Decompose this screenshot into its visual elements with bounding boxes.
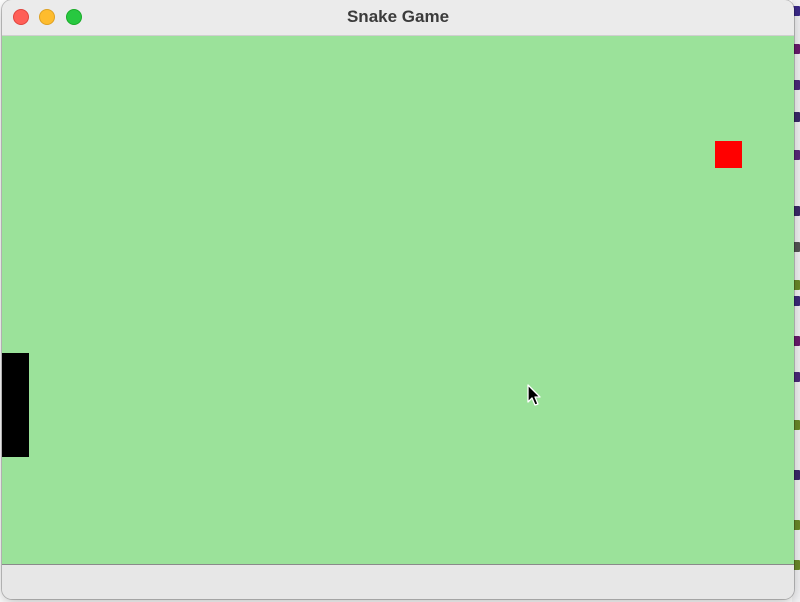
background-text-fragment [793, 6, 800, 16]
background-text-fragment [793, 296, 800, 306]
snake-segment [2, 405, 29, 431]
background-text-fragment [793, 112, 800, 122]
window-title: Snake Game [346, 7, 450, 26]
mouse-pointer-icon [527, 384, 541, 406]
background-text-fragment [793, 150, 800, 160]
background-text-fragment [793, 560, 800, 570]
background-text-fragment [793, 372, 800, 382]
background-text-fragment [793, 80, 800, 90]
snake-segment [2, 431, 29, 457]
bottom-bar [2, 565, 794, 599]
background-text-fragment [793, 520, 800, 530]
snake-segment [2, 379, 29, 405]
snake-game-window: Snake Game [2, 0, 794, 599]
background-text-fragment [793, 420, 800, 430]
title-bar[interactable]: Snake Game [2, 0, 794, 36]
background-text-fragment [793, 280, 800, 290]
background-text-fragment [793, 206, 800, 216]
background-text-fragment [793, 44, 800, 54]
desktop: Snake Game [0, 0, 800, 602]
game-board[interactable] [2, 36, 794, 565]
food-block [715, 141, 742, 168]
snake-segment [2, 353, 29, 379]
background-text-fragment [793, 242, 800, 252]
background-text-fragment [793, 336, 800, 346]
background-text-fragment [793, 470, 800, 480]
